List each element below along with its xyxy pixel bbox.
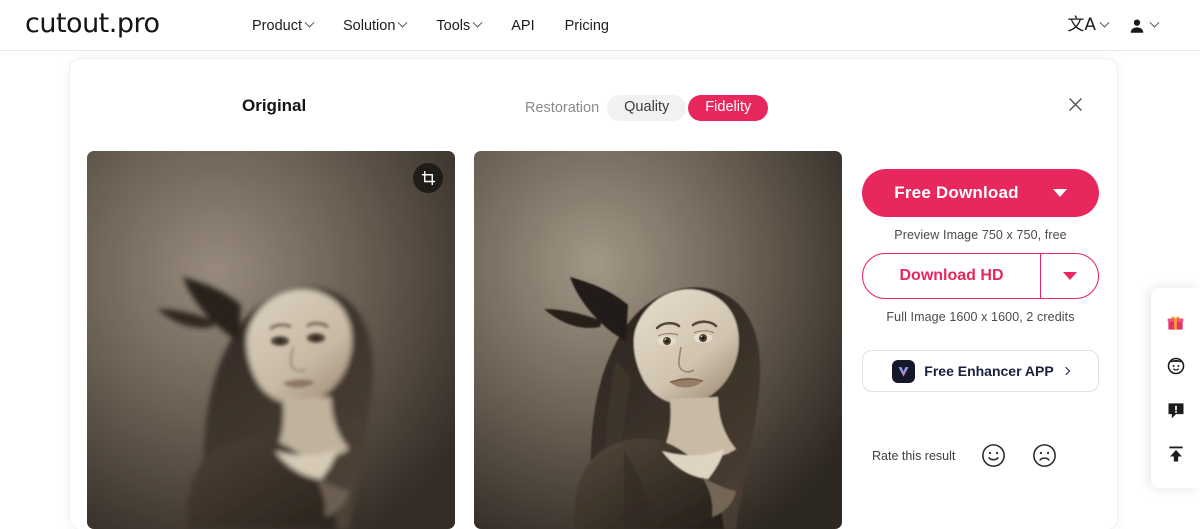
download-hd-dropdown[interactable] <box>1040 254 1098 298</box>
restored-photo <box>474 151 842 529</box>
nav-label: API <box>511 17 535 34</box>
nav-item-solution[interactable]: Solution <box>342 17 408 34</box>
page-title: Original <box>242 96 307 115</box>
nav-label: Pricing <box>564 17 609 34</box>
close-button[interactable] <box>1063 92 1087 116</box>
tab-quality[interactable]: Quality <box>607 95 687 121</box>
nav-label: Tools <box>436 17 471 34</box>
translate-language-icon: 文A <box>1067 15 1096 35</box>
chevron-down-icon <box>472 17 483 28</box>
chevron-down-icon <box>1062 272 1077 280</box>
crop-button[interactable] <box>413 163 443 193</box>
nav-item-pricing[interactable]: Pricing <box>565 18 609 34</box>
free-download-label: Free Download <box>894 183 1019 202</box>
free-enhancer-app-label: Free Enhancer APP <box>924 363 1054 379</box>
chevron-down-icon[interactable] <box>1052 189 1067 197</box>
chevron-down-icon <box>1149 17 1160 28</box>
chevron-right-icon <box>1061 366 1070 376</box>
smiley-face-icon[interactable] <box>981 443 1006 468</box>
download-panel: Free Download Preview Image 750 x 750, f… <box>862 169 1099 468</box>
chevron-down-icon <box>304 17 315 28</box>
enhancer-app-icon <box>892 359 916 383</box>
original-image-panel <box>87 151 455 529</box>
user-account-icon <box>1130 18 1144 33</box>
free-download-button[interactable]: Free Download <box>862 169 1099 217</box>
result-card: Original Restoration Quality Fidelity Fr… <box>70 59 1117 529</box>
nav-label: Solution <box>342 17 396 34</box>
free-download-note: Preview Image 750 x 750, free <box>894 228 1067 242</box>
main-navigation: Product Solution Tools API Pricing <box>252 0 609 51</box>
chevron-down-icon <box>1099 17 1110 28</box>
language-switcher[interactable]: 文A <box>1067 15 1110 35</box>
floating-action-sidebar <box>1151 288 1200 488</box>
free-enhancer-app-button[interactable]: Free Enhancer APP <box>862 350 1099 392</box>
rate-label: Rate this result <box>872 448 956 463</box>
header-actions: 文A <box>1067 0 1160 51</box>
site-logo[interactable]: cutout.pro <box>25 8 160 39</box>
site-header: cutout.pro Product Solution Tools API Pr… <box>0 0 1200 51</box>
chevron-down-icon <box>397 17 408 28</box>
tab-fidelity[interactable]: Fidelity <box>688 95 769 121</box>
rate-result-row: Rate this result <box>862 443 1099 468</box>
feedback-icon[interactable] <box>1161 395 1191 425</box>
account-menu[interactable] <box>1128 17 1160 35</box>
restored-image-panel <box>474 151 842 529</box>
mode-selector: Restoration Quality Fidelity <box>525 95 769 121</box>
nav-label: Product <box>252 17 302 34</box>
gift-icon[interactable] <box>1161 307 1191 337</box>
crop-icon <box>421 170 435 185</box>
mode-pill-group: Quality Fidelity <box>607 95 769 121</box>
download-hd-note: Full Image 1600 x 1600, 2 credits <box>886 310 1075 324</box>
nav-item-api[interactable]: API <box>511 18 534 34</box>
download-hd-label: Download HD <box>899 267 1004 284</box>
sad-face-icon[interactable] <box>1032 443 1057 468</box>
download-hd-button[interactable]: Download HD <box>862 253 1099 299</box>
scroll-to-top-icon[interactable] <box>1161 439 1191 469</box>
face-avatar-icon[interactable] <box>1161 351 1191 381</box>
nav-item-product[interactable]: Product <box>252 17 315 34</box>
close-icon <box>1068 97 1082 111</box>
mode-label: Restoration <box>525 99 600 116</box>
nav-item-tools[interactable]: Tools <box>436 17 483 34</box>
original-photo <box>87 151 455 529</box>
